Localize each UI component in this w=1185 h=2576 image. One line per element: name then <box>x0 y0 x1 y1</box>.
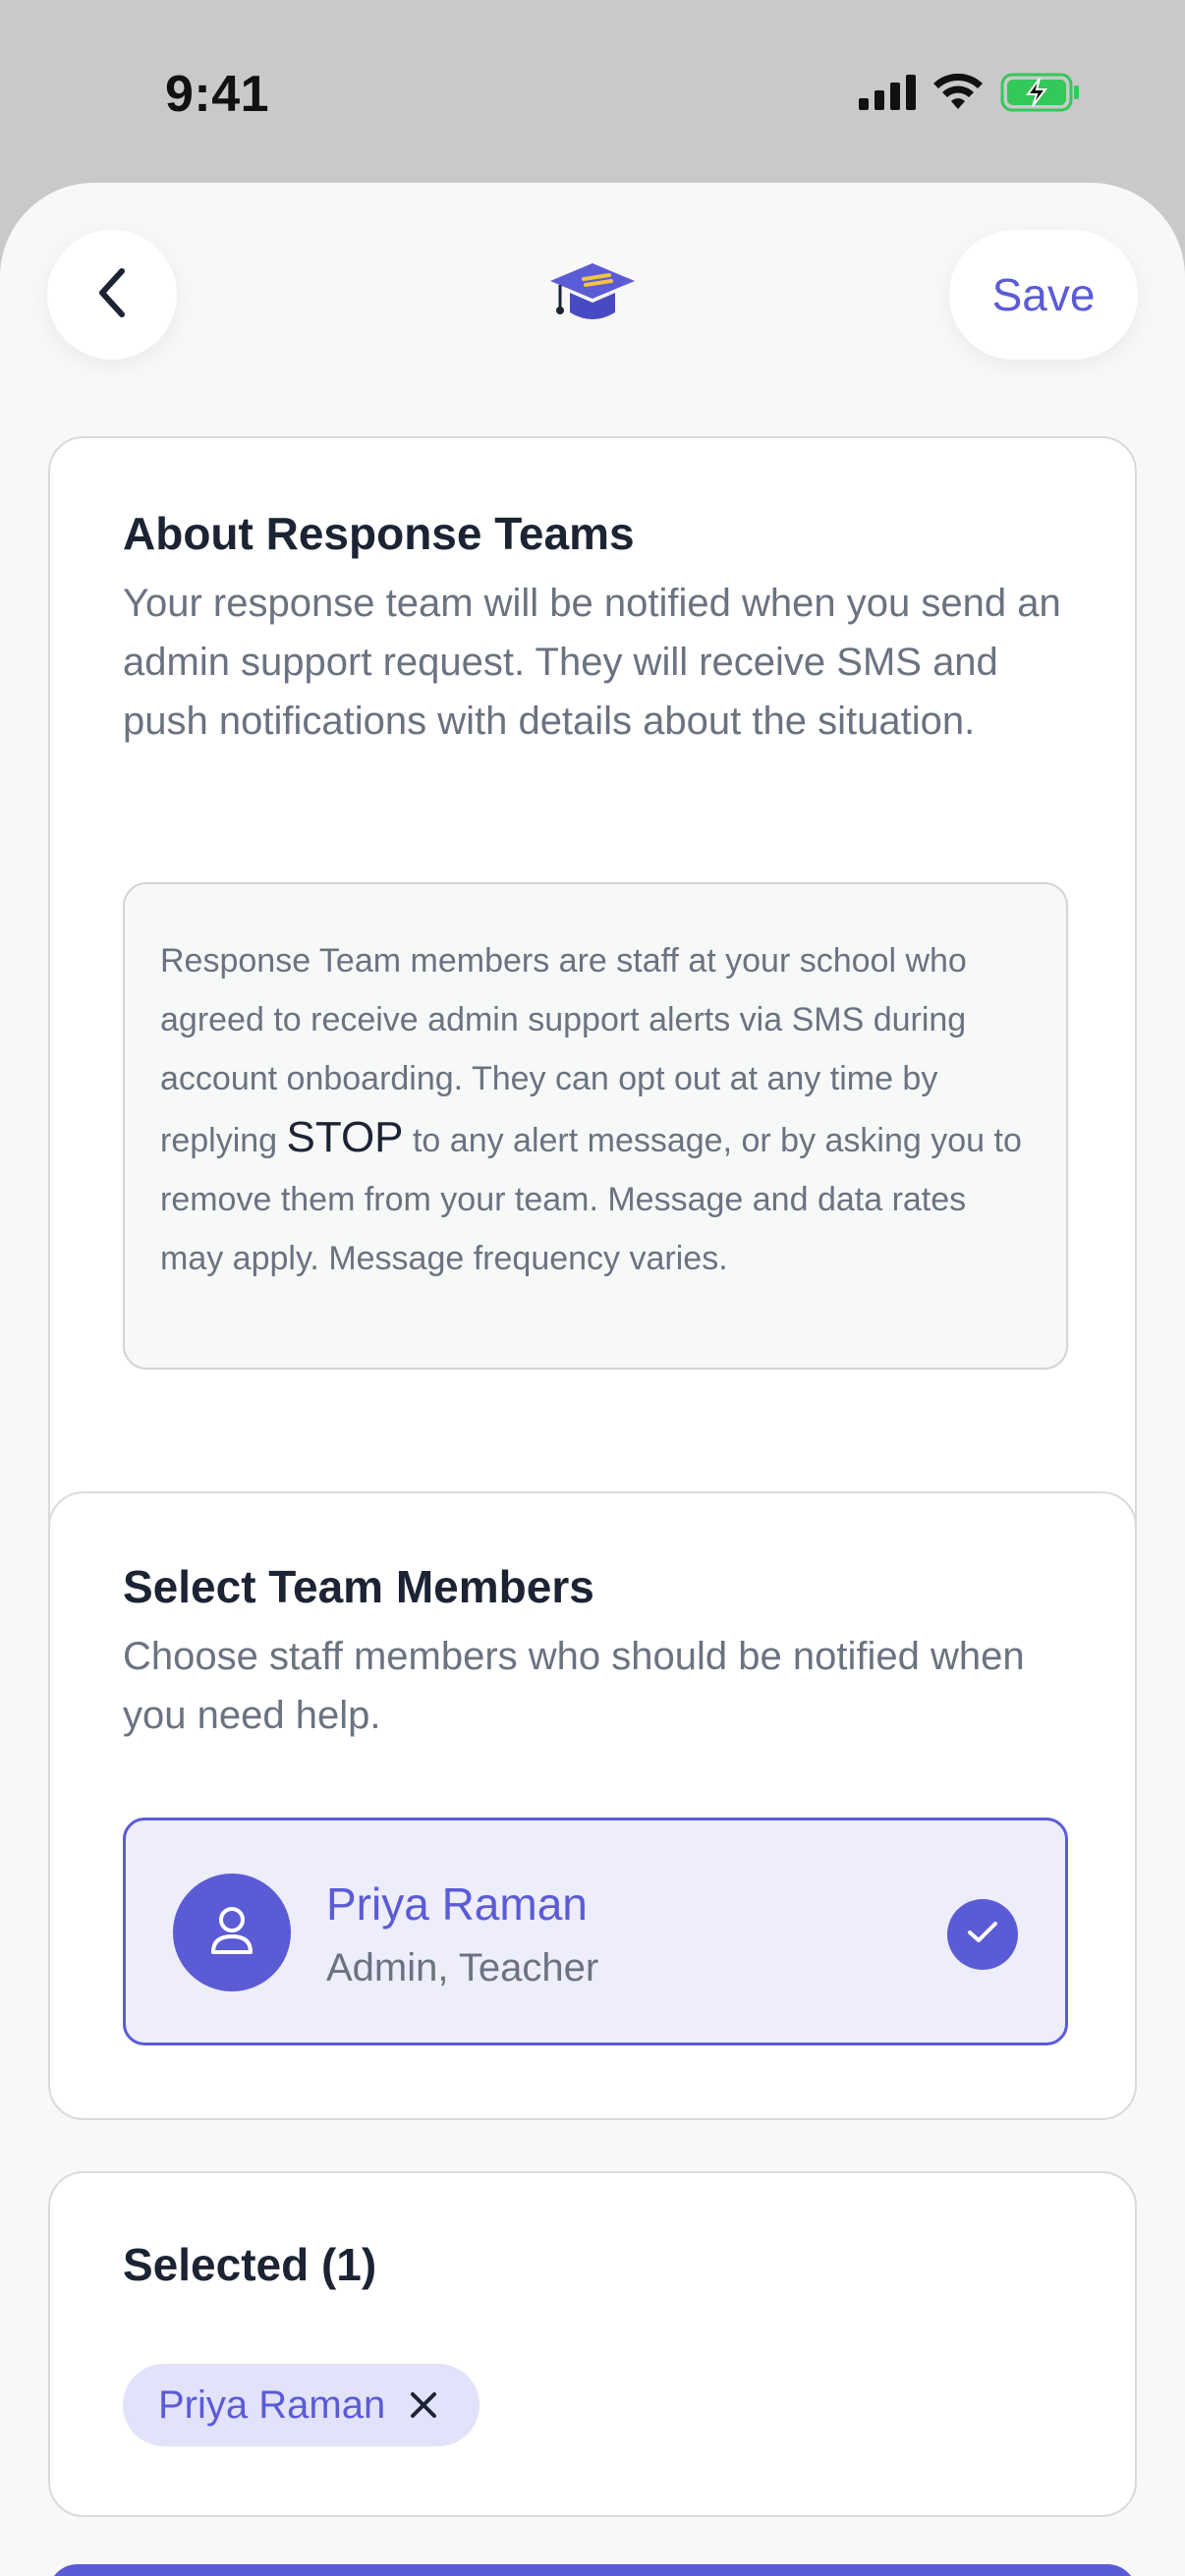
member-role: Admin, Teacher <box>326 1946 599 1989</box>
member-name: Priya Raman <box>326 1878 588 1930</box>
battery-charging-icon <box>1000 73 1081 117</box>
cellular-signal-icon <box>859 75 916 115</box>
selected-checkmark[interactable] <box>947 1899 1018 1970</box>
status-icons <box>859 73 1081 117</box>
status-bar: 9:41 <box>0 0 1185 187</box>
chip-label: Priya Raman <box>158 2382 386 2427</box>
wifi-icon <box>933 73 983 116</box>
close-icon[interactable] <box>407 2388 440 2422</box>
about-card-description: Your response team will be notified when… <box>123 582 1061 743</box>
sms-consent-info-box: Response Team members are staff at your … <box>123 882 1068 1370</box>
select-members-title: Select Team Members <box>123 1561 594 1612</box>
stop-keyword: STOP <box>286 1113 404 1161</box>
checkmark-icon <box>966 1920 999 1950</box>
person-icon <box>208 1905 255 1961</box>
graduation-cap-icon <box>548 259 637 330</box>
member-row[interactable]: Priya Raman Admin, Teacher <box>123 1818 1068 2045</box>
selected-member-chip: Priya Raman <box>123 2364 480 2446</box>
primary-action-bar[interactable] <box>48 2564 1137 2576</box>
back-button[interactable] <box>47 230 177 360</box>
status-time: 9:41 <box>165 66 270 123</box>
selected-members-card: Selected (1) Priya Raman <box>48 2171 1137 2517</box>
about-card-title: About Response Teams <box>123 508 635 559</box>
select-team-members-card: Select Team Members Choose staff members… <box>48 1491 1137 2120</box>
chevron-left-icon <box>94 265 130 325</box>
save-button[interactable]: Save <box>949 230 1138 360</box>
about-response-teams-card: About Response Teams Your response team … <box>48 436 1137 1629</box>
avatar <box>173 1874 291 1991</box>
selected-title: Selected (1) <box>123 2239 377 2290</box>
response-team-sheet: Save About Response Teams Your response … <box>0 183 1185 2576</box>
select-members-description: Choose staff members who should be notif… <box>123 1635 1025 1737</box>
